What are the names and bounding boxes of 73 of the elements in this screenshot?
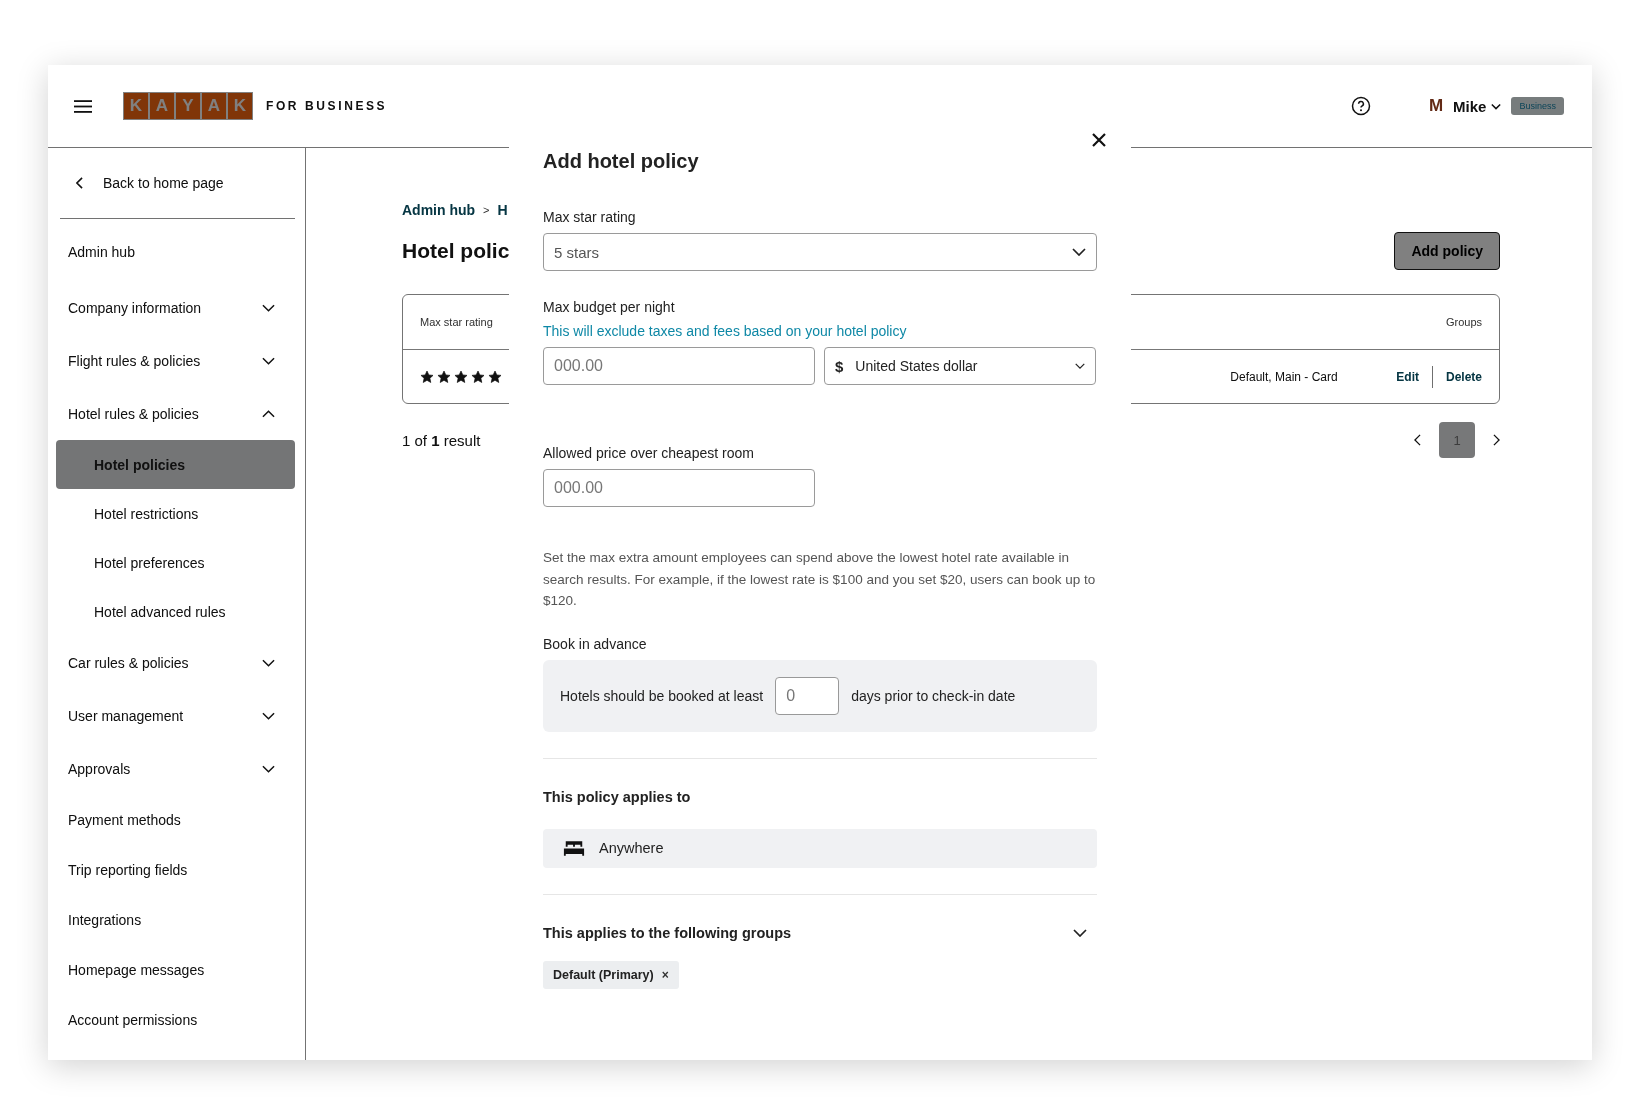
account-badge: Business bbox=[1511, 97, 1564, 115]
sidebar-group[interactable]: Hotel rules & policies bbox=[56, 387, 295, 440]
table-cell-text: Default, Main - Card bbox=[1230, 370, 1339, 384]
advance-text: Hotels should be booked at least bbox=[560, 687, 764, 704]
user-menu[interactable]: Mike bbox=[1453, 97, 1502, 115]
field-label: Max star rating bbox=[543, 209, 636, 225]
page-title: Hotel polic bbox=[402, 239, 510, 263]
chevron-down-icon bbox=[262, 658, 275, 667]
field-label: Book in advance bbox=[543, 635, 647, 652]
star-icon bbox=[471, 370, 485, 384]
chevron-down-icon bbox=[262, 356, 275, 365]
dialog-title: Add hotel policy bbox=[543, 150, 699, 173]
sidebar-item[interactable]: Integrations bbox=[56, 895, 295, 945]
sidebar-group[interactable]: Car rules & policies bbox=[56, 636, 295, 689]
previous-page-icon[interactable] bbox=[1414, 434, 1421, 446]
help-icon[interactable] bbox=[1350, 96, 1371, 116]
delete-link[interactable]: Delete bbox=[1445, 370, 1482, 384]
logo-suffix: FOR BUSINESS bbox=[266, 99, 388, 113]
remove-button[interactable]: × bbox=[661, 967, 669, 982]
chevron-left-icon bbox=[76, 177, 83, 189]
menu-icon[interactable] bbox=[74, 99, 92, 113]
sidebar-item[interactable]: Trip reporting fields bbox=[56, 845, 295, 895]
sidebar-item[interactable]: Payment methods bbox=[56, 795, 295, 845]
budget-input[interactable]: 000.00 bbox=[543, 347, 815, 385]
star-rating-select[interactable]: 5 stars bbox=[543, 233, 1097, 271]
result-count: 1 of 1 result bbox=[402, 431, 481, 449]
groups-toggle[interactable]: This applies to the following groups bbox=[543, 924, 1097, 941]
star-icon bbox=[420, 370, 434, 384]
sidebar-group[interactable]: Approvals bbox=[56, 742, 295, 795]
column-header: Groups bbox=[1445, 316, 1482, 328]
star-icon bbox=[437, 370, 451, 384]
chevron-down-icon bbox=[262, 764, 275, 773]
chevron-down-icon bbox=[1072, 248, 1086, 256]
column-header: Max star rating bbox=[420, 316, 493, 328]
breadcrumb-link[interactable]: H bbox=[497, 202, 508, 218]
section-heading: This policy applies to bbox=[543, 788, 691, 805]
star-icon bbox=[454, 370, 468, 384]
currency-select[interactable]: $ United States dollar bbox=[824, 347, 1096, 385]
back-link[interactable]: Back to home page bbox=[56, 148, 295, 218]
field-hint: This will exclude taxes and fees based on your hotel policy bbox=[543, 323, 907, 339]
bed-icon bbox=[563, 839, 585, 857]
sidebar-group[interactable]: Flight rules & policies bbox=[56, 334, 295, 387]
field-label: Max budget per night bbox=[543, 299, 675, 315]
caret-icon bbox=[1491, 102, 1502, 110]
chevron-down-icon bbox=[1075, 363, 1085, 369]
sidebar-item[interactable]: Hotel advanced rules bbox=[56, 587, 295, 636]
close-icon[interactable] bbox=[1091, 132, 1107, 148]
user-avatar[interactable]: M bbox=[1428, 96, 1444, 116]
sidebar-group[interactable]: User management bbox=[56, 689, 295, 742]
chevron-down-icon bbox=[262, 303, 275, 312]
chevron-down-icon bbox=[1073, 928, 1087, 937]
location-text: Anywhere bbox=[599, 840, 664, 856]
breadcrumb-link[interactable]: Admin hub bbox=[402, 202, 476, 218]
group-chip: Default (Primary) × bbox=[543, 960, 679, 989]
edit-link[interactable]: Edit bbox=[1396, 370, 1419, 384]
add-policy-button[interactable]: Add policy bbox=[1394, 232, 1500, 270]
allowed-price-input[interactable]: 000.00 bbox=[543, 469, 815, 507]
advance-text: days prior to check-in date bbox=[851, 687, 1016, 704]
next-page-icon[interactable] bbox=[1493, 434, 1500, 446]
sidebar-item[interactable]: Hotel preferences bbox=[56, 538, 295, 587]
help-text: Set the max extra amount employees can spend above the lowest hotel rate available in search results. For example, if the lowest rate is $100 and you set $20, users can book up to $120. bbox=[543, 549, 1097, 610]
sidebar-group[interactable]: Company information bbox=[56, 281, 295, 334]
field-label: Allowed price over cheapest room bbox=[543, 445, 754, 461]
chevron-up-icon bbox=[262, 409, 275, 418]
sidebar-item[interactable]: Account permissions bbox=[56, 995, 295, 1045]
breadcrumb-separator: > bbox=[483, 204, 490, 216]
sidebar-item[interactable]: Hotel restrictions bbox=[56, 489, 295, 538]
star-icon bbox=[488, 370, 502, 384]
sidebar-item[interactable]: Admin hub bbox=[56, 219, 295, 281]
sidebar-item[interactable]: Hotel policies bbox=[56, 440, 295, 489]
chevron-down-icon bbox=[262, 711, 275, 720]
days-input[interactable]: 0 bbox=[775, 676, 840, 715]
sidebar-item[interactable]: Homepage messages bbox=[56, 945, 295, 995]
